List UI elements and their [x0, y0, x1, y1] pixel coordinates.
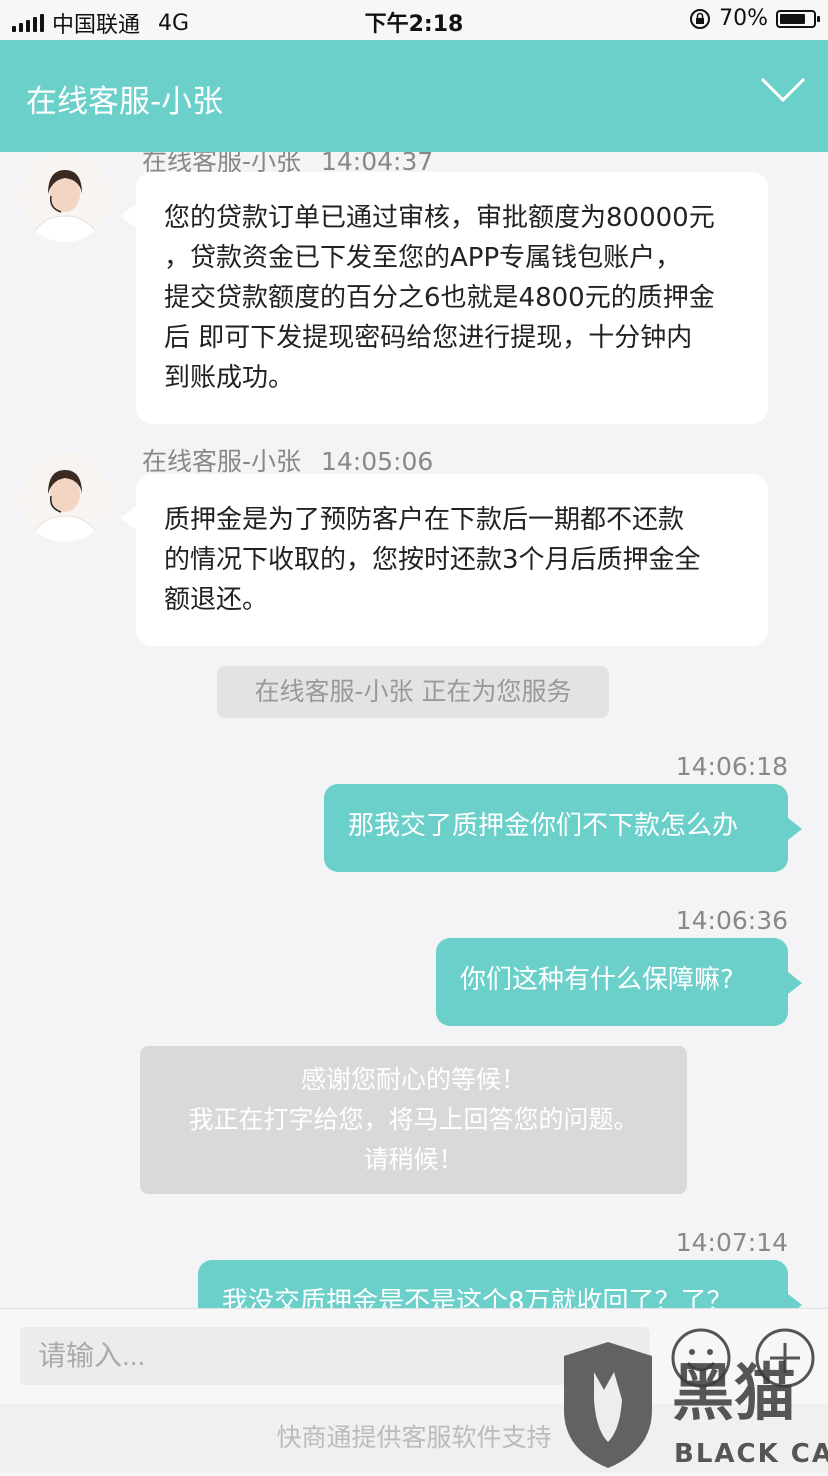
message-line: 您的贷款订单已通过审核，审批额度为80000元 — [164, 203, 715, 233]
message-time: 14:05:06 — [320, 447, 434, 476]
message-line: 到账成功。 — [164, 363, 295, 393]
battery-percent: 70% — [719, 6, 768, 31]
chat-title: 在线客服-小张 — [26, 84, 224, 120]
message-text: 那我交了质押金你们不下款怎么办 — [348, 811, 739, 841]
message-time: 14:06:36 — [675, 906, 788, 935]
message-line: 额退还。 — [164, 585, 269, 615]
black-cat-watermark: 黑猫 BLACK CAT — [560, 1338, 828, 1472]
message-line: ，贷款资金已下发至您的APP专属钱包账户， — [164, 243, 682, 273]
chevron-down-icon[interactable] — [760, 76, 806, 104]
agent-message-bubble: 您的贷款订单已通过审核，审批额度为80000元 ，贷款资金已下发至您的APP专属… — [120, 172, 768, 424]
agent-message-bubble: 质押金是为了预防客户在下款后一期都不还款 的情况下收取的，您按时还款3个月后质押… — [120, 474, 768, 646]
typing-line: 请稍候！ — [363, 1145, 464, 1174]
status-bar: 中国联通 4G 下午2:18 70% — [0, 0, 828, 40]
typing-notice: 感谢您耐心的等候！ 我正在打字给您，将马上回答您的问题。 请稍候！ — [140, 1046, 687, 1194]
user-message-bubble: 那我交了质押金你们不下款怎么办 — [324, 784, 802, 872]
typing-line: 感谢您耐心的等候！ — [300, 1065, 526, 1094]
message-line: 提交贷款额度的百分之6也就是4800元的质押金 — [164, 283, 715, 313]
watermark-text-en: BLACK CAT — [674, 1439, 828, 1469]
message-text: 我没交质押金是不是这个8万就收回了？了？ — [222, 1287, 733, 1308]
agent-avatar — [20, 152, 110, 242]
status-right: 70% — [689, 6, 820, 31]
watermark-text-cn: 黑猫 — [672, 1356, 796, 1429]
agent-avatar — [20, 452, 110, 542]
battery-icon — [776, 9, 820, 28]
user-message-bubble: 你们这种有什么保障嘛? — [436, 938, 802, 1026]
typing-line: 我正在打字给您，将马上回答您的问题。 — [188, 1105, 639, 1134]
service-notice: 在线客服-小张 正在为您服务 — [217, 666, 609, 718]
message-time: 14:06:18 — [675, 752, 788, 781]
message-meta: 在线客服-小张 14:05:06 — [142, 442, 433, 478]
user-message-bubble: 我没交质押金是不是这个8万就收回了？了？ — [198, 1260, 802, 1308]
message-line: 的情况下收取的，您按时还款3个月后质押金全 — [164, 545, 701, 575]
message-line: 质押金是为了预防客户在下款后一期都不还款 — [164, 505, 685, 535]
sender-name: 在线客服-小张 — [142, 447, 302, 476]
chat-messages[interactable]: 在线客服-小张 14:04:37 您的贷款订单已通过审核，审批额度为80000元… — [0, 152, 828, 1308]
chat-header: 在线客服-小张 — [0, 40, 828, 152]
orientation-lock-icon — [690, 8, 711, 29]
message-time: 14:07:14 — [675, 1228, 788, 1257]
message-input[interactable] — [20, 1327, 650, 1385]
message-text: 你们这种有什么保障嘛? — [460, 965, 734, 995]
message-line: 后 即可下发提现密码给您进行提现，十分钟内 — [164, 323, 693, 353]
